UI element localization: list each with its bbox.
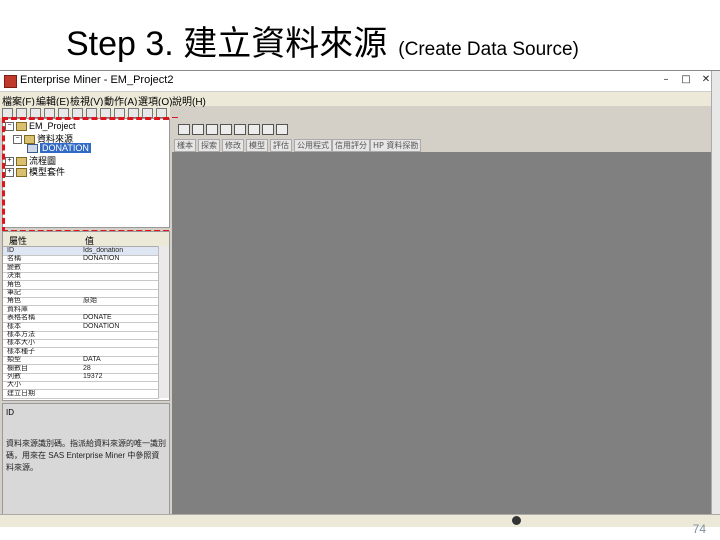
app-logo-icon [4, 75, 17, 88]
property-name: 大小 [7, 381, 21, 389]
description-text: 資料來源識別碼。指派給資料來源的唯一識別碼，用來在 SAS Enterprise… [6, 439, 166, 472]
menu-bar: 檔案(F) 編輯(E) 檢視(V) 動作(A) 選項(O) 說明(H) [0, 92, 720, 108]
property-value: DONATE [83, 314, 112, 322]
run-tool-icon[interactable] [262, 124, 274, 135]
value-column-header: 值 [85, 236, 95, 246]
minimize-button[interactable]: – [660, 74, 672, 86]
properties-header: 屬性 值 [3, 232, 169, 247]
tab-assess[interactable]: 評估 [270, 139, 292, 152]
tab-hp-data-mining[interactable]: HP 資料探勘 [370, 139, 422, 152]
property-name: 角色 [7, 297, 21, 305]
property-row[interactable]: 建立日期 [3, 390, 159, 399]
property-name: 樣本種子 [7, 347, 35, 355]
property-column-header: 屬性 [9, 236, 28, 246]
property-value: 原始 [83, 297, 97, 305]
select-tool-icon[interactable] [178, 124, 190, 135]
property-name: 類型 [7, 356, 21, 364]
pan-tool-icon[interactable] [192, 124, 204, 135]
property-name: 列數 [7, 373, 21, 380]
property-name: 角色 [7, 280, 21, 288]
property-name: 樣本方法 [7, 331, 35, 338]
slide-title-sub: (Create Data Source) [398, 39, 579, 60]
description-title: ID [6, 408, 14, 417]
copy-tool-icon[interactable] [206, 124, 218, 135]
tab-credit-scoring[interactable]: 信用評分 [332, 139, 370, 152]
zoom-tool-icon[interactable] [248, 124, 260, 135]
status-indicator-icon [512, 516, 521, 525]
window-titlebar[interactable]: Enterprise Miner - EM_Project2 – □ ✕ [0, 71, 720, 92]
highlight-box [2, 117, 178, 233]
property-name: 樣本 [7, 322, 21, 330]
menu-help[interactable]: 說明(H) [172, 93, 206, 108]
property-value: Ids_donation [83, 247, 124, 254]
tab-explore[interactable]: 探索 [198, 139, 220, 152]
property-name: 筆記 [7, 289, 21, 296]
page-number: 74 [692, 522, 706, 536]
property-name: 表格名稱 [7, 314, 35, 322]
tab-model[interactable]: 模型 [246, 139, 268, 152]
property-name: 變數 [7, 263, 21, 271]
property-value: DONATION [83, 322, 120, 330]
property-name: 資料庫 [7, 305, 28, 313]
app-window: Enterprise Miner - EM_Project2 – □ ✕ 檔案(… [0, 70, 720, 527]
vertical-scrollbar[interactable] [711, 71, 720, 514]
property-name: 建立日期 [7, 389, 35, 397]
diagram-workspace[interactable] [172, 152, 712, 514]
property-name: 欄數目 [7, 364, 28, 372]
paste-tool-icon[interactable] [220, 124, 232, 135]
slide-title-main: Step 3. 建立資料來源 [66, 25, 388, 63]
tab-sample[interactable]: 樣本 [174, 139, 196, 152]
tab-utility[interactable]: 公用程式 [294, 139, 332, 152]
tab-modify[interactable]: 修改 [222, 139, 244, 152]
description-panel: ID 資料來源識別碼。指派給資料來源的唯一識別碼，用來在 SAS Enterpr… [2, 403, 170, 515]
property-name: ID [7, 247, 14, 254]
window-title: Enterprise Miner - EM_Project2 [20, 74, 174, 86]
property-value: 19372 [83, 373, 103, 380]
property-name: 決策 [7, 272, 21, 280]
diagram-toolbar: 樣本 探索 修改 模型 評估 公用程式 信用評分 HP 資料探勘 [172, 118, 720, 152]
slide-title: Step 3. 建立資料來源 (Create Data Source) [66, 16, 579, 65]
property-name: 樣本大小 [7, 339, 35, 347]
status-bar [0, 514, 720, 527]
properties-panel: 屬性 值 ID Ids_donation 名稱 DONATION 變數 決策 角色 筆記 角色原… [2, 231, 170, 401]
property-name: 名稱 [7, 255, 21, 263]
properties-scrollbar[interactable] [158, 246, 169, 398]
property-value: DATA [83, 356, 101, 364]
property-value: 28 [83, 364, 91, 372]
property-value: DONATION [83, 255, 120, 263]
stop-tool-icon[interactable] [276, 124, 288, 135]
maximize-button[interactable]: □ [680, 74, 692, 86]
delete-tool-icon[interactable] [234, 124, 246, 135]
